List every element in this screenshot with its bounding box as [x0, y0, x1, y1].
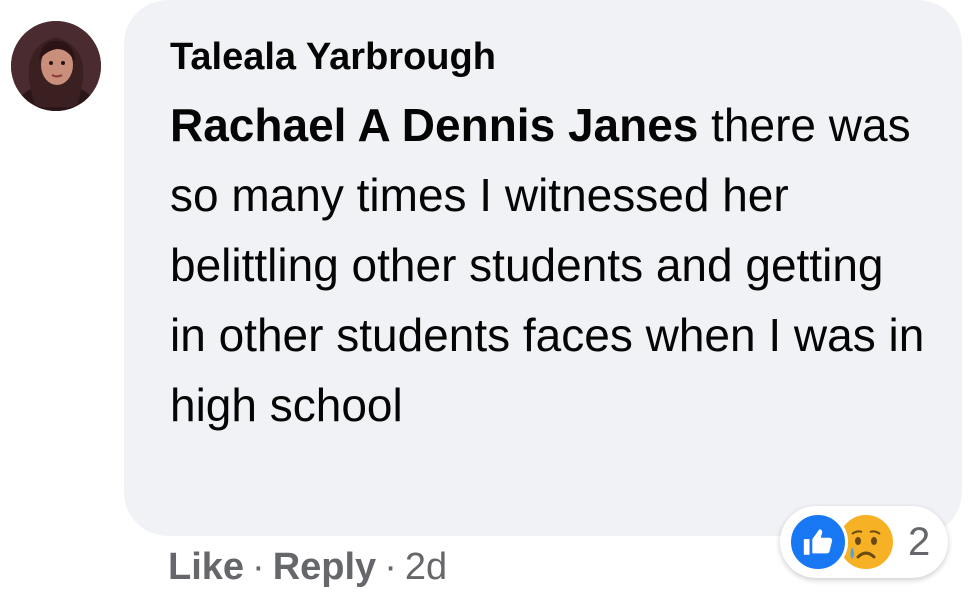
- reaction-count: 2: [908, 519, 931, 564]
- comment-author[interactable]: Taleala Yarbrough: [170, 36, 496, 79]
- comment: Taleala Yarbrough Rachael A Dennis Janes…: [0, 0, 980, 613]
- comment-bubble: Taleala Yarbrough Rachael A Dennis Janes…: [124, 0, 962, 536]
- mention-link[interactable]: Rachael A Dennis Janes: [170, 99, 698, 151]
- comment-actions: Like · Reply · 2d: [168, 546, 447, 589]
- separator: ·: [252, 546, 265, 588]
- like-button[interactable]: Like: [168, 546, 244, 588]
- reactions-summary[interactable]: 2: [780, 506, 949, 578]
- profile-photo: [11, 21, 101, 111]
- separator: ·: [384, 546, 397, 588]
- comment-body: Rachael A Dennis Janes there was so many…: [170, 90, 930, 440]
- like-icon: [788, 512, 848, 572]
- comment-timestamp[interactable]: 2d: [405, 546, 447, 588]
- avatar[interactable]: [11, 21, 101, 111]
- reply-button[interactable]: Reply: [273, 546, 376, 588]
